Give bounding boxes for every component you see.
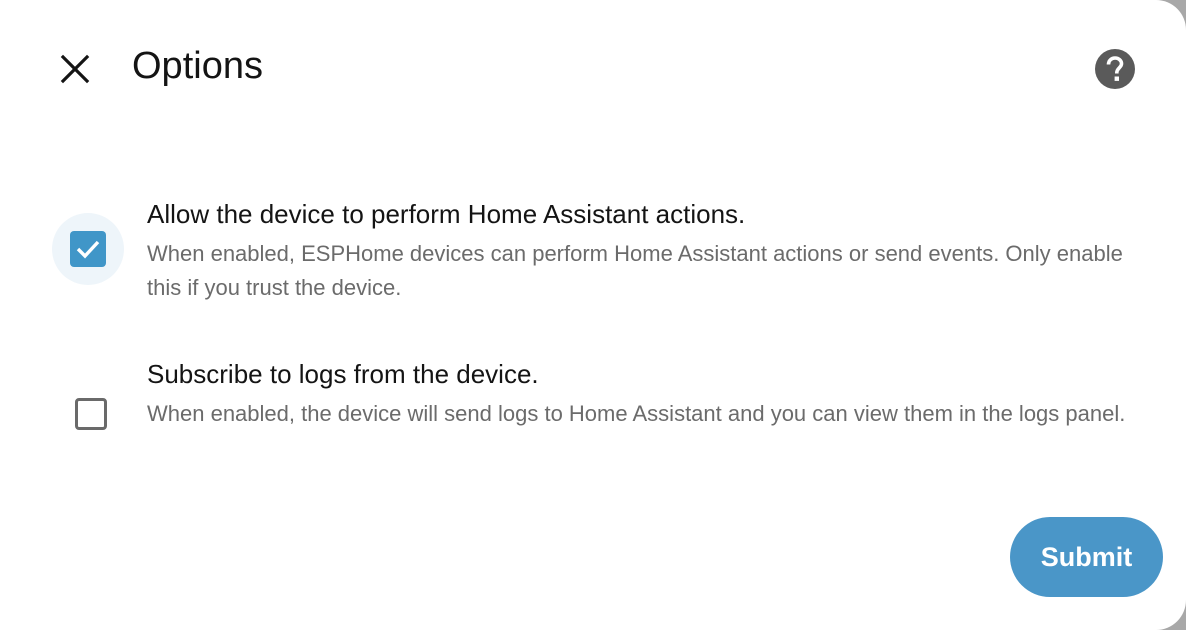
help-button[interactable] [1092,46,1138,92]
close-button[interactable] [50,44,100,94]
options-dialog: Options Allow the device to perform Home… [0,0,1186,630]
option-description: When enabled, the device will send logs … [147,401,1126,426]
dialog-title: Options [132,45,263,87]
option-text: Subscribe to logs from the device. When … [147,354,1147,431]
option-text: Allow the device to perform Home Assista… [147,194,1147,305]
option-description: When enabled, ESPHome devices can perfor… [147,241,1123,300]
checkbox-unchecked [75,398,107,430]
option-label: Subscribe to logs from the device. [147,359,539,389]
subscribe-logs-checkbox[interactable] [55,378,127,450]
help-circle-icon [1095,49,1135,89]
checkbox-checked [70,231,106,267]
submit-button[interactable]: Submit [1010,517,1163,597]
checkmark-icon [76,240,100,259]
option-label: Allow the device to perform Home Assista… [147,199,746,229]
close-icon [60,54,90,84]
allow-actions-checkbox[interactable] [52,213,124,285]
